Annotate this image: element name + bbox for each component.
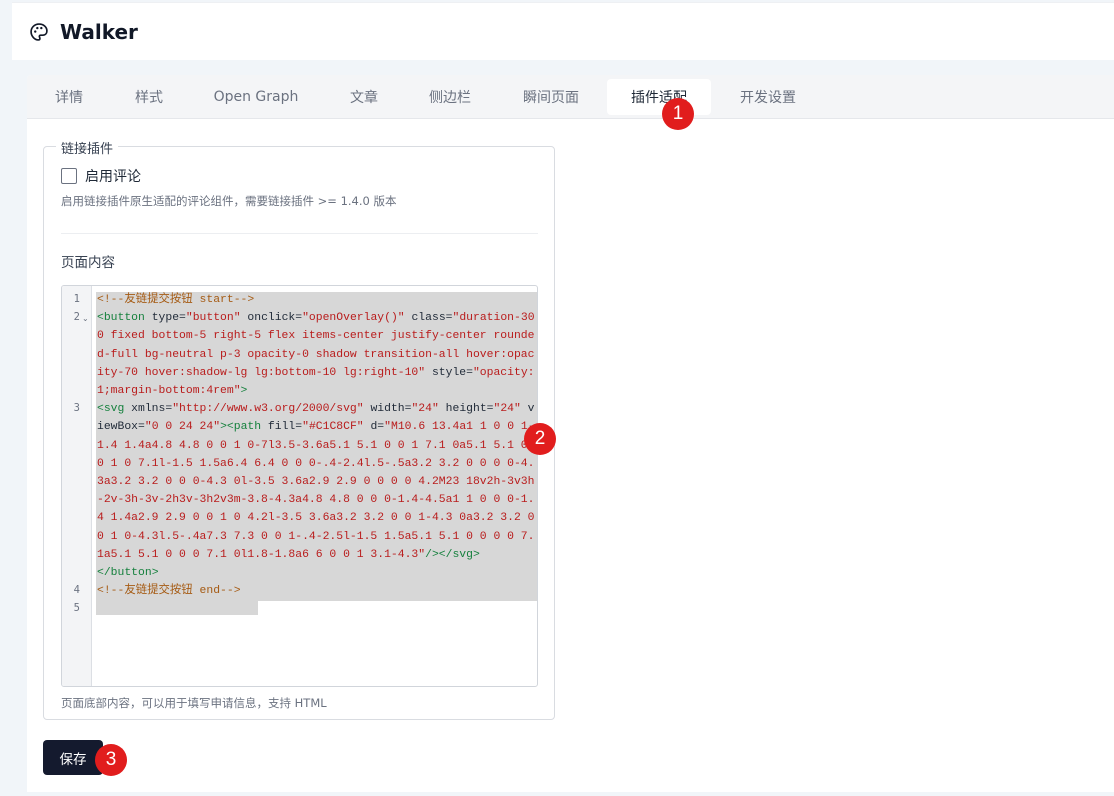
- line-number: 4: [73, 584, 80, 596]
- line-number: 1: [73, 293, 80, 305]
- enable-comment-row[interactable]: 启用评论: [61, 166, 141, 186]
- enable-comment-label[interactable]: 启用评论: [85, 166, 141, 186]
- tab-articles[interactable]: 文章: [327, 79, 401, 115]
- editor-gutter: 1 2 ⌄ 3 4 5: [62, 286, 92, 686]
- page-content-help: 页面底部内容，可以用于填写申请信息，支持 HTML: [61, 696, 327, 710]
- line-number: 5: [73, 602, 80, 614]
- code-text[interactable]: <!--友链提交按钮 start--> <button type="button"…: [97, 291, 537, 600]
- tab-bar: 详情 样式 Open Graph 文章 侧边栏 瞬间页面 插件适配 开发设置: [27, 75, 1114, 119]
- line-number: 3: [73, 402, 80, 414]
- editor-content[interactable]: <!--友链提交按钮 start--> <button type="button"…: [93, 286, 537, 686]
- app-header: Walker: [12, 2, 1114, 60]
- tab-moments-page[interactable]: 瞬间页面: [503, 79, 599, 115]
- tab-sidebar[interactable]: 侧边栏: [411, 79, 489, 115]
- code-line[interactable]: <!--友链提交按钮 end-->: [97, 582, 537, 600]
- tab-details[interactable]: 详情: [37, 79, 101, 115]
- palette-icon: [28, 21, 50, 43]
- line-number: 2: [73, 311, 80, 323]
- tab-plugin-adaptation[interactable]: 插件适配: [607, 79, 711, 115]
- divider: [61, 233, 538, 234]
- page-content-label: 页面内容: [61, 255, 115, 271]
- code-editor[interactable]: 1 2 ⌄ 3 4 5 <!--友链提交按钮 start--> <button t…: [61, 285, 538, 687]
- tab-dev-settings[interactable]: 开发设置: [721, 79, 815, 115]
- text-selection: [96, 601, 258, 615]
- annotation-badge: 3: [95, 744, 127, 776]
- group-legend: 链接插件: [56, 138, 119, 157]
- app-title: Walker: [60, 19, 138, 44]
- code-line[interactable]: <!--友链提交按钮 start-->: [97, 291, 537, 309]
- links-plugin-group: 链接插件 启用评论 启用链接插件原生适配的评论组件，需要链接插件 >= 1.4.…: [43, 138, 555, 720]
- code-line[interactable]: <svg xmlns="http://www.w3.org/2000/svg" …: [97, 400, 537, 564]
- tab-style[interactable]: 样式: [111, 79, 187, 115]
- settings-card: 详情 样式 Open Graph 文章 侧边栏 瞬间页面 插件适配 开发设置 链…: [27, 75, 1114, 792]
- annotation-badge: 2: [524, 423, 556, 455]
- enable-comment-checkbox[interactable]: [61, 168, 77, 184]
- code-line[interactable]: <button type="button" onclick="openOverl…: [97, 309, 537, 400]
- code-line[interactable]: </button>: [97, 564, 537, 582]
- annotation-badge: 1: [662, 98, 694, 130]
- enable-comment-help: 启用链接插件原生适配的评论组件，需要链接插件 >= 1.4.0 版本: [61, 194, 397, 208]
- save-button[interactable]: 保存: [43, 740, 103, 775]
- tab-open-graph[interactable]: Open Graph: [199, 79, 313, 115]
- fold-chevron-icon[interactable]: ⌄: [82, 314, 89, 323]
